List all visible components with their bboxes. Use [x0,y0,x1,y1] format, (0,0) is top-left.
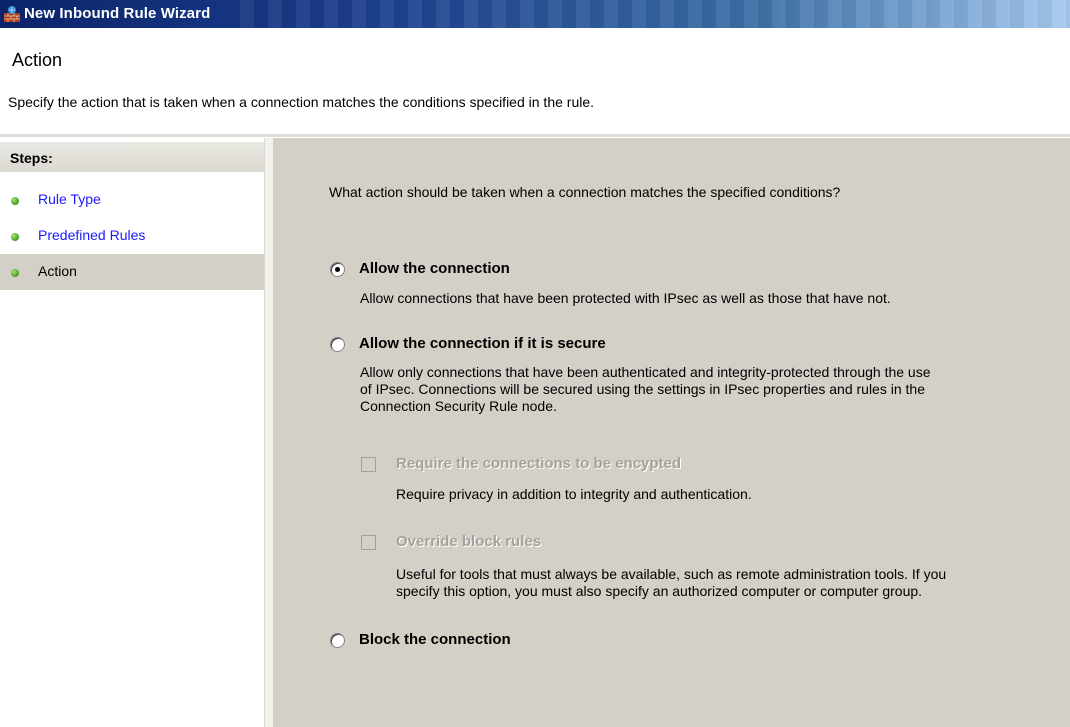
sidebar-item-label: Action [38,263,77,279]
header-divider [0,134,1070,137]
window-title: New Inbound Rule Wizard [24,5,211,22]
require-encryption-description: Require privacy in addition to integrity… [396,486,752,502]
allow-connection-radio[interactable] [330,262,345,277]
firewall-icon [4,6,20,22]
sidebar-item-label[interactable]: Rule Type [38,191,101,207]
steps-sidebar: Steps: Rule Type Predefined Rules Action [0,138,264,727]
wizard-header: Action Specify the action that is taken … [0,28,1070,134]
allow-if-secure-label[interactable]: Allow the connection if it is secure [359,335,606,352]
steps-heading-bar: Steps: [0,142,264,172]
green-dot-icon [11,269,19,277]
allow-if-secure-description-line-1: Allow only connections that have been au… [360,364,931,380]
page-title: Action [12,50,63,70]
sidebar-item-label[interactable]: Predefined Rules [38,227,145,243]
override-block-rules-description-line-1: Useful for tools that must always be ava… [396,566,947,582]
green-dot-icon [11,233,19,241]
override-block-rules-label[interactable]: Override block rules [396,533,541,550]
page-subtitle: Specify the action that is taken when a … [8,94,595,110]
allow-if-secure-description-line-3: Connection Security Rule node. [360,398,557,414]
sidebar-item-action[interactable]: Action [0,254,264,290]
title-bar[interactable]: New Inbound Rule Wizard [0,0,1070,28]
content-panel: What action should be taken when a conne… [273,138,1070,727]
require-encryption-label[interactable]: Require the connections to be encypted [396,455,681,472]
steps-heading: Steps: [10,150,53,166]
block-connection-label[interactable]: Block the connection [359,631,511,648]
sidebar-item-rule-type[interactable]: Rule Type [0,182,264,218]
block-connection-radio[interactable] [330,633,345,648]
allow-connection-label[interactable]: Allow the connection [359,260,510,277]
allow-if-secure-radio[interactable] [330,337,345,352]
override-block-rules-description-line-2: specify this option, you must also speci… [396,583,923,599]
require-encryption-checkbox[interactable] [361,457,376,472]
title-bar-decoration [240,0,1070,28]
allow-connection-description: Allow connections that have been protect… [360,290,891,306]
override-block-rules-checkbox[interactable] [361,535,376,550]
sidebar-item-predefined-rules[interactable]: Predefined Rules [0,218,264,254]
allow-if-secure-description-line-2: of IPsec. Connections will be secured us… [360,381,925,397]
green-dot-icon [11,197,19,205]
action-question: What action should be taken when a conne… [329,184,841,200]
sidebar-divider [264,138,273,727]
